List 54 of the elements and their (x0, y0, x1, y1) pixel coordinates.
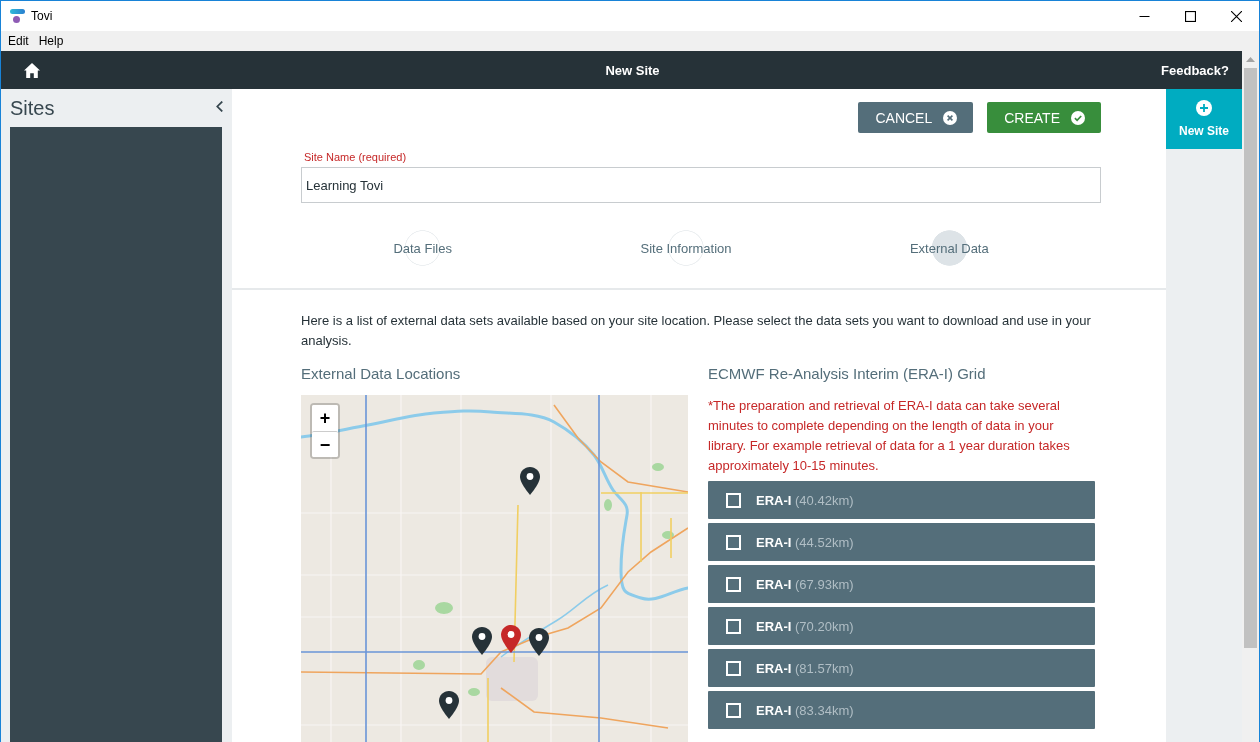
header-title: New Site (605, 62, 660, 78)
checkbox[interactable] (726, 534, 741, 550)
option-label: ERA-I (67.93km) (756, 576, 854, 592)
checkbox[interactable] (726, 576, 741, 592)
map-pin-icon[interactable] (529, 628, 549, 656)
step-tab[interactable]: Site Information (640, 230, 732, 266)
checkbox[interactable] (726, 618, 741, 634)
grid-option-row[interactable]: ERA-I (81.57km) (708, 649, 1095, 687)
check-circle-icon (1071, 110, 1085, 125)
zoom-out-button[interactable]: − (312, 431, 338, 457)
menu-item[interactable]: Edit (3, 32, 34, 50)
option-label: ERA-I (40.42km) (756, 492, 854, 508)
section-heading: ECMWF Re-Analysis Interim (ERA-I) Grid (708, 364, 987, 384)
map-pin-icon[interactable] (520, 467, 540, 495)
action-button[interactable]: CANCEL (858, 102, 974, 133)
grid-option-row[interactable]: ERA-I (70.20km) (708, 607, 1095, 645)
home-button[interactable] (23, 61, 41, 79)
grid-option-row[interactable]: ERA-I (83.34km) (708, 691, 1095, 729)
map-pin-icon[interactable] (439, 691, 459, 719)
scrollbar[interactable] (1242, 51, 1259, 742)
map-pin-icon[interactable] (501, 625, 521, 653)
warning-note: *The preparation and retrieval of ERA-I data can take several minutes to complete depending on the length of data in your library. For example retrieval of data for a 1 year duration takes approximately 10-15 minutes. (708, 397, 1071, 475)
grid-option-row[interactable]: ERA-I (40.42km) (708, 481, 1095, 519)
home-icon (24, 62, 40, 78)
maximize-icon (1184, 10, 1196, 22)
option-label: ERA-I (83.34km) (756, 702, 854, 718)
feedback-link[interactable]: Feedback? (1161, 62, 1229, 78)
grid-option-row[interactable]: ERA-I (44.52km) (708, 523, 1095, 561)
grid-option-row[interactable]: ERA-I (67.93km) (708, 565, 1095, 603)
scrollbar-thumb[interactable] (1244, 68, 1257, 648)
app-logo-icon (10, 9, 25, 23)
option-label: ERA-I (81.57km) (756, 660, 854, 676)
collapse-button[interactable] (216, 100, 223, 112)
sidebar-title: Sites (10, 96, 55, 120)
section-heading: External Data Locations (301, 364, 462, 384)
action-button[interactable]: CREATE (987, 102, 1101, 133)
checkbox[interactable] (726, 660, 741, 676)
plus-circle-icon (1196, 100, 1212, 116)
step-tab[interactable]: External Data (909, 230, 989, 266)
map-pin-icon[interactable] (472, 627, 492, 655)
field-label: Site Name (required) (303, 150, 408, 164)
intro-text: Here is a list of external data sets available based on your site location. Please select the data sets you want to download and use in your analysis. (301, 312, 1092, 350)
chevron-left-icon (216, 100, 223, 112)
window-title: Tovi (31, 9, 53, 23)
checkbox[interactable] (726, 492, 741, 508)
close-icon (1230, 10, 1242, 22)
option-label: ERA-I (70.20km) (756, 618, 854, 634)
minimize-icon (1138, 15, 1150, 17)
step-tab[interactable]: Data Files (393, 230, 452, 266)
option-label: ERA-I (44.52km) (756, 534, 854, 550)
checkbox[interactable] (726, 702, 741, 718)
menu-item[interactable]: Help (33, 32, 69, 50)
close-circle-icon (943, 110, 958, 125)
site-name-field[interactable]: Learning Tovi (301, 167, 1101, 203)
